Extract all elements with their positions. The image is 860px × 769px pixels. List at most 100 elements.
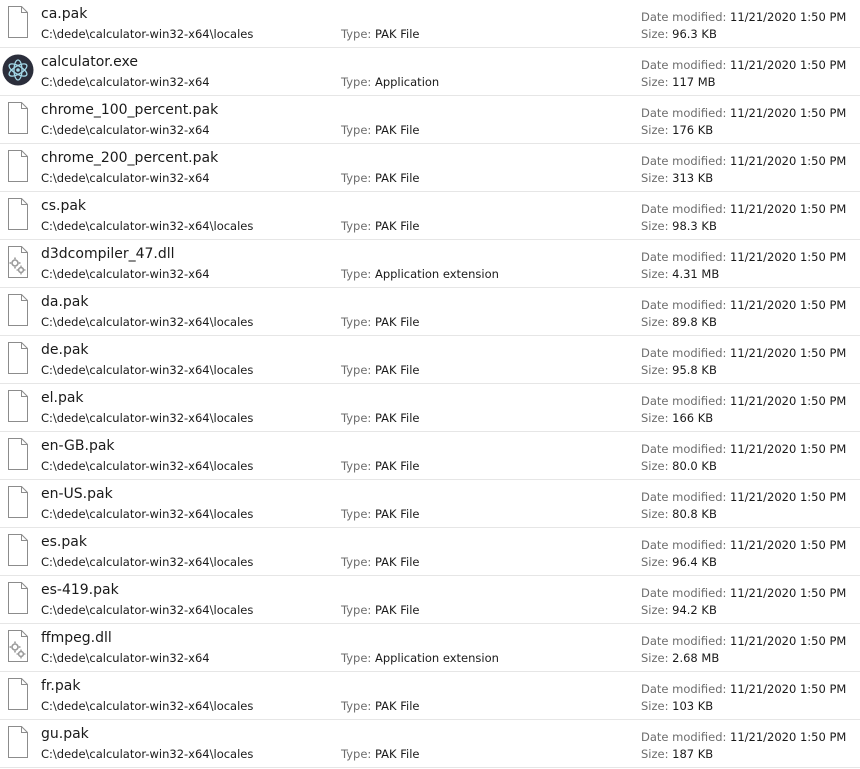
date-modified-label: Date modified: [641, 586, 727, 600]
size-value: 166 KB [672, 411, 714, 425]
size-value: 4.31 MB [672, 267, 720, 281]
file-name: en-GB.pak [41, 438, 115, 454]
file-path: C:\dede\calculator-win32-x64 [41, 651, 210, 665]
size-value: 95.8 KB [672, 363, 717, 377]
size-value: 98.3 KB [672, 219, 717, 233]
type-label: Type: [341, 651, 372, 665]
search-results-list: ca.pak C:\dede\calculator-win32-x64\loca… [0, 0, 860, 768]
file-row[interactable]: chrome_200_percent.pak C:\dede\calculato… [0, 144, 860, 192]
type-value: PAK File [374, 411, 420, 425]
date-modified-value: 11/21/2020 1:50 PM [730, 106, 847, 120]
date-modified-label: Date modified: [641, 394, 727, 408]
file-type: Type: Application extension [341, 651, 499, 665]
date-modified: Date modified: 11/21/2020 1:50 PM [641, 586, 846, 600]
generic-file-icon [4, 101, 32, 135]
type-label: Type: [341, 27, 372, 41]
type-value: Application [374, 75, 440, 89]
file-name: d3dcompiler_47.dll [41, 246, 175, 262]
type-label: Type: [341, 699, 372, 713]
size-label: Size: [641, 219, 669, 233]
file-row[interactable]: calculator.exe C:\dede\calculator-win32-… [0, 48, 860, 96]
file-row[interactable]: ffmpeg.dll C:\dede\calculator-win32-x64 … [0, 624, 860, 672]
file-row[interactable]: fr.pak C:\dede\calculator-win32-x64\loca… [0, 672, 860, 720]
size-label: Size: [641, 75, 669, 89]
file-size: Size: 95.8 KB [641, 363, 717, 377]
file-size: Size: 117 MB [641, 75, 716, 89]
file-type: Type: PAK File [341, 411, 419, 425]
file-row[interactable]: de.pak C:\dede\calculator-win32-x64\loca… [0, 336, 860, 384]
type-value: Application extension [374, 267, 499, 281]
file-row[interactable]: en-GB.pak C:\dede\calculator-win32-x64\l… [0, 432, 860, 480]
type-value: PAK File [374, 459, 420, 473]
file-size: Size: 98.3 KB [641, 219, 717, 233]
file-name: calculator.exe [41, 54, 139, 70]
size-value: 94.2 KB [672, 603, 717, 617]
size-value: 80.8 KB [672, 507, 717, 521]
file-type: Type: PAK File [341, 699, 419, 713]
date-modified: Date modified: 11/21/2020 1:50 PM [641, 346, 846, 360]
type-label: Type: [341, 747, 372, 761]
size-value: 96.4 KB [672, 555, 717, 569]
file-row[interactable]: es-419.pak C:\dede\calculator-win32-x64\… [0, 576, 860, 624]
file-row[interactable]: ca.pak C:\dede\calculator-win32-x64\loca… [0, 0, 860, 48]
size-label: Size: [641, 555, 669, 569]
type-value: PAK File [374, 555, 420, 569]
type-value: PAK File [374, 219, 420, 233]
file-type: Type: PAK File [341, 507, 419, 521]
size-value: 176 KB [672, 123, 714, 137]
generic-file-icon [4, 5, 32, 39]
file-path: C:\dede\calculator-win32-x64 [41, 123, 210, 137]
type-label: Type: [341, 315, 372, 329]
date-modified-label: Date modified: [641, 10, 727, 24]
date-modified-label: Date modified: [641, 154, 727, 168]
file-row[interactable]: d3dcompiler_47.dll C:\dede\calculator-wi… [0, 240, 860, 288]
type-label: Type: [341, 171, 372, 185]
file-name: da.pak [41, 294, 89, 310]
size-value: 313 KB [672, 171, 714, 185]
type-label: Type: [341, 459, 372, 473]
date-modified-value: 11/21/2020 1:50 PM [730, 250, 847, 264]
generic-file-icon [4, 437, 32, 471]
date-modified-value: 11/21/2020 1:50 PM [730, 634, 847, 648]
date-modified-value: 11/21/2020 1:50 PM [730, 10, 847, 24]
size-value: 2.68 MB [672, 651, 720, 665]
type-value: PAK File [374, 27, 420, 41]
generic-file-icon [4, 341, 32, 375]
file-row[interactable]: da.pak C:\dede\calculator-win32-x64\loca… [0, 288, 860, 336]
type-value: PAK File [374, 123, 420, 137]
file-name: fr.pak [41, 678, 81, 694]
file-size: Size: 2.68 MB [641, 651, 719, 665]
date-modified: Date modified: 11/21/2020 1:50 PM [641, 394, 846, 408]
file-name: de.pak [41, 342, 89, 358]
file-type: Type: Application extension [341, 267, 499, 281]
date-modified: Date modified: 11/21/2020 1:50 PM [641, 10, 846, 24]
file-type: Type: PAK File [341, 219, 419, 233]
date-modified-value: 11/21/2020 1:50 PM [730, 298, 847, 312]
file-path: C:\dede\calculator-win32-x64 [41, 267, 210, 281]
type-label: Type: [341, 219, 372, 233]
file-row[interactable]: en-US.pak C:\dede\calculator-win32-x64\l… [0, 480, 860, 528]
date-modified-value: 11/21/2020 1:50 PM [730, 58, 847, 72]
date-modified: Date modified: 11/21/2020 1:50 PM [641, 106, 846, 120]
file-row[interactable]: gu.pak C:\dede\calculator-win32-x64\loca… [0, 720, 860, 768]
type-label: Type: [341, 555, 372, 569]
file-type: Type: PAK File [341, 315, 419, 329]
file-row[interactable]: el.pak C:\dede\calculator-win32-x64\loca… [0, 384, 860, 432]
size-value: 187 KB [672, 747, 714, 761]
file-size: Size: 89.8 KB [641, 315, 717, 329]
file-row[interactable]: cs.pak C:\dede\calculator-win32-x64\loca… [0, 192, 860, 240]
file-row[interactable]: es.pak C:\dede\calculator-win32-x64\loca… [0, 528, 860, 576]
file-path: C:\dede\calculator-win32-x64\locales [41, 507, 254, 521]
size-label: Size: [641, 459, 669, 473]
size-label: Size: [641, 699, 669, 713]
file-type: Type: PAK File [341, 747, 419, 761]
file-size: Size: 4.31 MB [641, 267, 719, 281]
date-modified: Date modified: 11/21/2020 1:50 PM [641, 298, 846, 312]
date-modified: Date modified: 11/21/2020 1:50 PM [641, 154, 846, 168]
type-value: PAK File [374, 507, 420, 521]
type-value: PAK File [374, 171, 420, 185]
size-label: Size: [641, 123, 669, 137]
generic-file-icon [4, 677, 32, 711]
file-row[interactable]: chrome_100_percent.pak C:\dede\calculato… [0, 96, 860, 144]
date-modified-label: Date modified: [641, 730, 727, 744]
